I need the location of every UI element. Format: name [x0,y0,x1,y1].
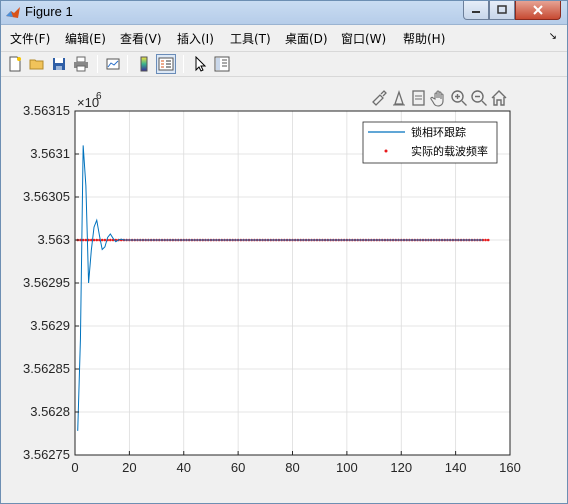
colorbar-button[interactable] [134,54,154,74]
data-point [84,238,88,242]
pointer-button[interactable] [190,54,210,74]
minimize-icon [472,11,480,13]
x-tick-label: 140 [445,460,467,475]
exponent-power: 6 [96,91,102,102]
legend-entry-pll: 锁相环跟踪 [411,125,466,139]
close-icon [533,5,543,15]
legend-dot-swatch [384,149,388,153]
property-editor-button[interactable] [212,54,232,74]
title-bar: Figure 1 [1,1,567,25]
y-tick-label: 3.56275 [23,447,70,462]
menu-insert[interactable]: 插入(I) [177,30,214,47]
link-plot-button[interactable] [103,54,123,74]
legend-icon [158,57,174,71]
menu-edit[interactable]: 编辑(E) [65,30,106,47]
menu-window[interactable]: 窗口(W) [341,30,386,47]
legend-entry-carrier: 实际的载波频率 [411,144,488,158]
window-title: Figure 1 [25,4,73,19]
data-point [103,238,107,242]
data-point [100,238,104,242]
x-tick-label: 40 [177,460,191,475]
menu-view[interactable]: 查看(V) [120,30,162,47]
x-tick-label: 20 [122,460,136,475]
x-tick-label: 60 [231,460,245,475]
y-tick-label: 3.5628 [30,404,70,419]
print-icon [74,56,88,72]
menu-desktop[interactable]: 桌面(D) [285,30,328,47]
y-tick-label: 3.56285 [23,361,70,376]
save-button[interactable] [49,54,69,74]
new-figure-button[interactable] [5,54,25,74]
open-folder-icon [29,59,44,70]
x-tick-label: 160 [499,460,521,475]
print-button[interactable] [71,54,91,74]
menu-file[interactable]: 文件(F) [10,30,50,47]
new-figure-icon [9,56,21,72]
data-point [486,238,490,242]
toolbar-separator [97,55,98,73]
pointer-icon [195,56,207,72]
figure-window: Figure 1 文件(F) 编辑(E) 查看(V) 插入(I) 工具(T) 桌… [0,0,568,504]
legend[interactable]: 锁相环跟踪 实际的载波频率 [362,121,498,164]
menu-help[interactable]: 帮助(H) [403,30,445,47]
y-tick-label: 3.56315 [23,103,70,118]
y-tick-label: 3.5629 [30,318,70,333]
x-tick-label: 100 [336,460,358,475]
link-plot-icon [106,58,120,70]
data-point [109,238,112,242]
property-editor-icon [214,56,230,72]
menu-tools[interactable]: 工具(T) [230,30,271,47]
menu-bar: 文件(F) 编辑(E) 查看(V) 插入(I) 工具(T) 桌面(D) 窗口(W… [1,27,567,49]
x-tick-label: 120 [390,460,412,475]
x-tick-label: 0 [71,460,78,475]
figure-canvas: 0 20 40 60 80 100 120 140 160 3.56275 3.5628 3.5628… [1,79,567,503]
y-tick-label: 3.56305 [23,189,70,204]
data-point [95,238,99,242]
matlab-logo-icon [6,7,20,18]
plot-area: 0 20 40 60 80 100 120 140 160 3.56275 3.5628 3.5628… [23,91,521,475]
y-tick-label: 3.563 [37,232,70,247]
open-button[interactable] [27,54,47,74]
maximize-icon [497,5,507,14]
x-tick-label: 80 [285,460,299,475]
menu-overflow-icon[interactable]: ↘ [549,31,557,42]
minimize-button[interactable] [463,1,489,20]
maximize-button[interactable] [489,1,515,20]
colorbar-icon [140,56,148,72]
y-tick-label: 3.56295 [23,275,70,290]
toolbar-separator [127,55,128,73]
close-button[interactable] [515,1,561,20]
y-tick-label: 3.5631 [30,146,70,161]
figure-toolbar [1,51,567,77]
data-point [484,238,487,242]
save-icon [53,58,65,70]
legend-button[interactable] [156,54,176,74]
toolbar-separator [183,55,184,73]
